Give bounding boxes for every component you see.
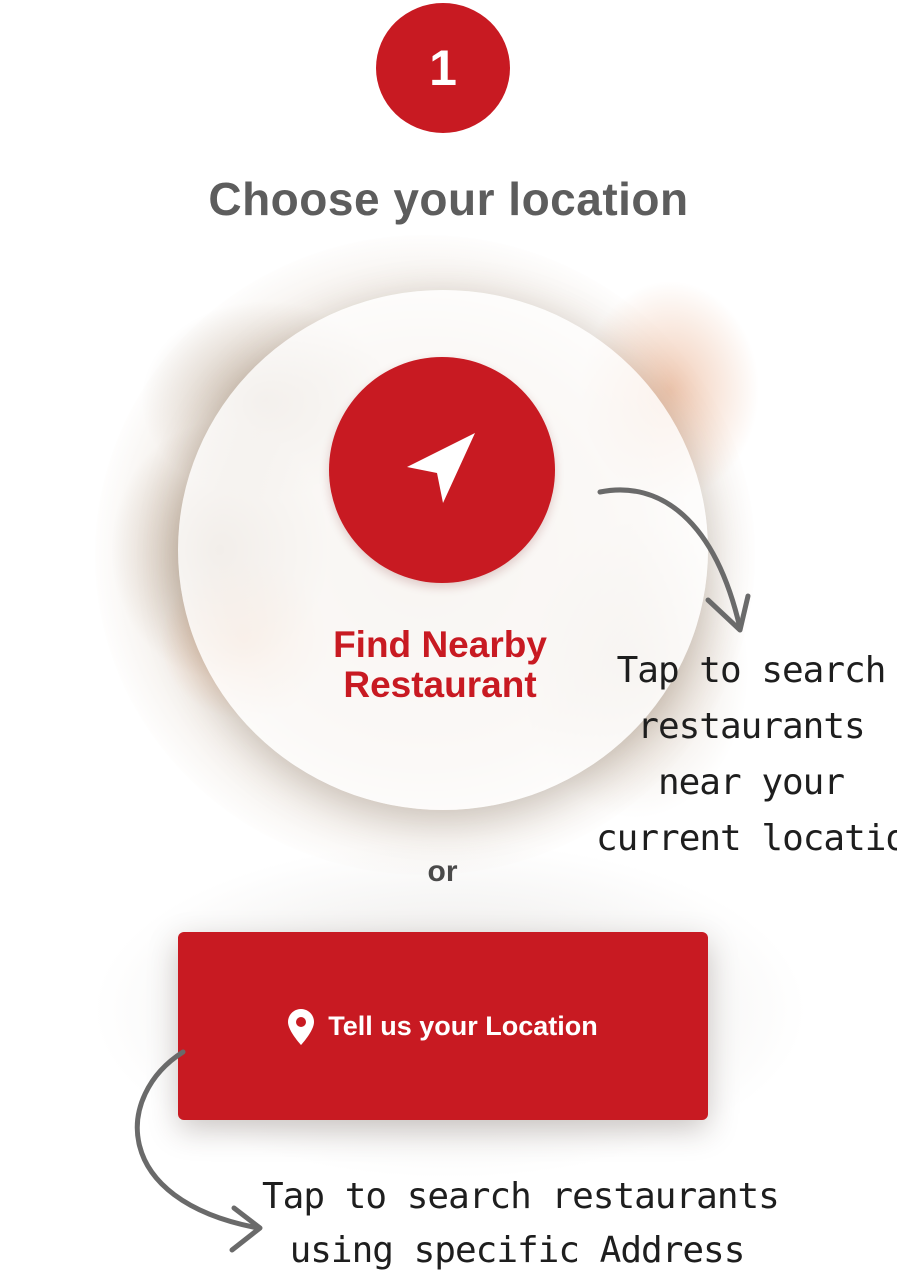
annotation-line: using specific Address (289, 1230, 746, 1271)
map-pin-icon (288, 1009, 315, 1045)
annotation-line: Tap to search (616, 650, 887, 691)
step-number-badge: 1 (376, 3, 510, 133)
onboarding-screen: 1 Choose your location Find Nearby Resta… (0, 0, 897, 1276)
find-nearby-icon-button[interactable] (329, 357, 555, 583)
navigation-arrow-icon (407, 433, 475, 503)
nearby-hint-annotation: Tap to search restaurants near your curr… (596, 643, 897, 867)
find-nearby-restaurant-label[interactable]: Find Nearby Restaurant (240, 625, 640, 705)
annotation-line: Tap to search restaurants (262, 1176, 780, 1217)
nearby-label-line-1: Find Nearby (333, 624, 547, 665)
nearby-label-line-2: Restaurant (343, 664, 537, 705)
tell-us-your-location-label: Tell us your Location (328, 1010, 598, 1041)
tell-us-your-location-button[interactable]: Tell us your Location (178, 932, 708, 1120)
annotation-line: current location (596, 818, 897, 859)
page-title: Choose your location (208, 173, 689, 225)
annotation-line: near your (657, 762, 845, 803)
address-hint-annotation: Tap to search restaurants using specific… (262, 1170, 780, 1276)
annotation-line: restaurants (637, 706, 865, 747)
